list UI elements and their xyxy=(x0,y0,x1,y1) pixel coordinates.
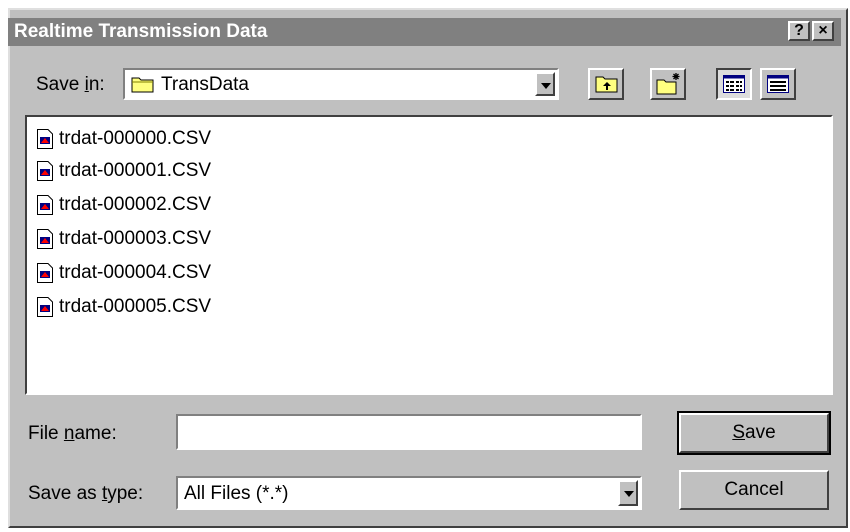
list-view-button[interactable] xyxy=(716,68,752,100)
csv-file-icon xyxy=(37,297,53,317)
new-folder-button[interactable] xyxy=(650,68,686,100)
folder-icon xyxy=(131,75,155,98)
details-view-button[interactable] xyxy=(760,68,796,100)
file-name: trdat-000003.CSV xyxy=(59,228,212,249)
list-item[interactable]: trdat-000004.CSV xyxy=(37,259,211,287)
file-list[interactable]: trdat-000000.CSV trdat-000001.CSV trdat-… xyxy=(25,115,833,395)
list-item[interactable]: trdat-000003.CSV xyxy=(37,225,211,253)
file-name-input[interactable] xyxy=(176,414,642,450)
csv-file-icon xyxy=(37,161,53,181)
save-as-type-value: All Files (*.*) xyxy=(184,483,289,504)
title-bar[interactable]: Realtime Transmission Data ? × xyxy=(8,18,841,46)
close-button[interactable]: × xyxy=(812,21,834,41)
cancel-button[interactable]: Cancel xyxy=(679,470,829,510)
file-name: trdat-000000.CSV xyxy=(59,128,212,149)
save-in-label: Save in: xyxy=(36,74,105,95)
save-button-label: Save xyxy=(732,422,776,443)
new-folder-icon xyxy=(656,72,682,101)
window-title: Realtime Transmission Data xyxy=(14,21,268,42)
cancel-button-label: Cancel xyxy=(724,479,784,500)
save-as-type-label: Save as type: xyxy=(28,483,144,504)
folder-up-icon xyxy=(595,74,619,99)
save-in-value: TransData xyxy=(161,74,249,95)
list-view-icon xyxy=(723,75,745,98)
csv-file-icon xyxy=(37,263,53,283)
save-in-combobox[interactable]: TransData xyxy=(123,68,559,100)
file-name: trdat-000002.CSV xyxy=(59,194,212,215)
save-in-dropdown-arrow[interactable] xyxy=(535,72,555,96)
list-item[interactable]: trdat-000000.CSV xyxy=(37,125,211,153)
save-as-type-combobox[interactable]: All Files (*.*) xyxy=(176,476,642,510)
csv-file-icon xyxy=(37,195,53,215)
save-as-type-dropdown-arrow[interactable] xyxy=(618,480,638,506)
list-item[interactable]: trdat-000002.CSV xyxy=(37,191,211,219)
details-view-icon xyxy=(767,75,789,98)
up-one-level-button[interactable] xyxy=(588,68,624,100)
file-name-label: File name: xyxy=(28,423,117,444)
help-button[interactable]: ? xyxy=(788,21,810,41)
save-button[interactable]: Save xyxy=(677,411,831,455)
file-name: trdat-000001.CSV xyxy=(59,160,212,181)
list-item[interactable]: trdat-000001.CSV xyxy=(37,157,211,185)
file-name: trdat-000004.CSV xyxy=(59,262,212,283)
csv-file-icon xyxy=(37,229,53,249)
file-name: trdat-000005.CSV xyxy=(59,296,212,317)
csv-file-icon xyxy=(37,129,53,149)
list-item[interactable]: trdat-000005.CSV xyxy=(37,293,211,321)
